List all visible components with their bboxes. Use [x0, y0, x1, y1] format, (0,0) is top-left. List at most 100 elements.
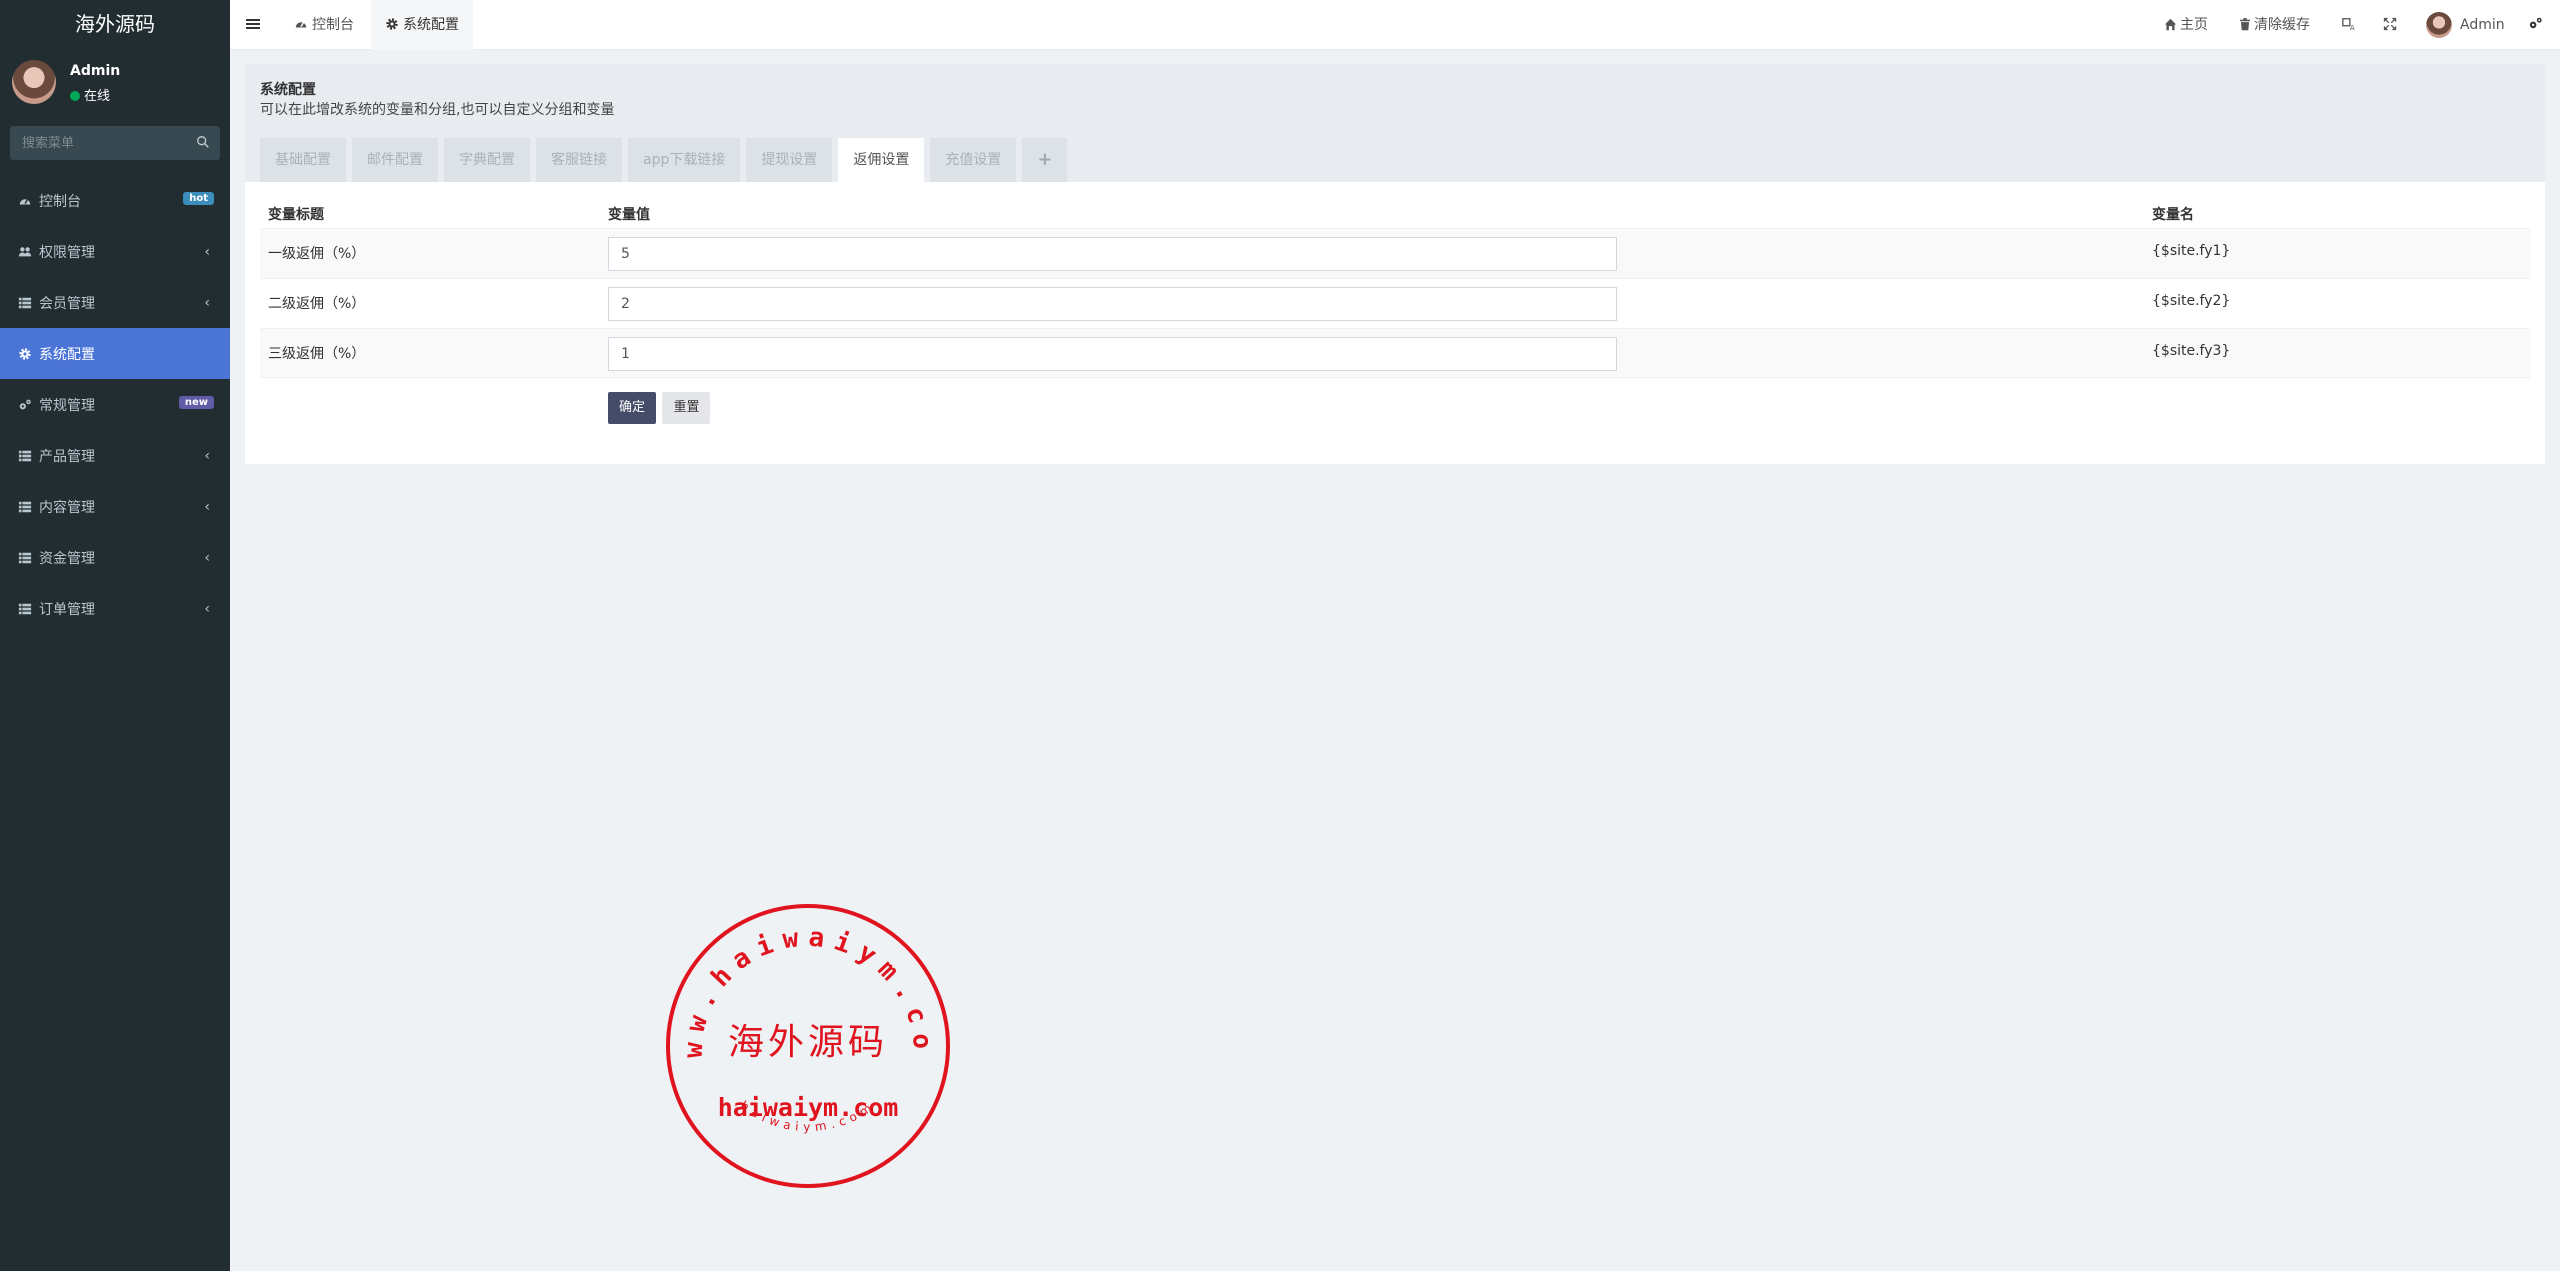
- sidebar-item-label: 常规管理: [39, 397, 95, 414]
- sidebar-item-products[interactable]: 产品管理 ‹: [0, 430, 230, 481]
- config-tabs: 基础配置 邮件配置 字典配置 客服链接 app下载链接 提现设置 返佣设置 充值…: [260, 138, 1073, 182]
- user-status: 在线: [70, 85, 110, 104]
- hot-badge: hot: [183, 192, 214, 205]
- page-description: 可以在此增改系统的变量和分组,也可以自定义分组和变量: [260, 102, 615, 118]
- sidebar-item-label: 订单管理: [39, 601, 95, 618]
- sidebar-item-system-config[interactable]: 系统配置: [0, 328, 230, 379]
- sidebar-item-label: 产品管理: [39, 448, 95, 465]
- row-variable-name: {$site.fy3}: [2152, 343, 2231, 359]
- menu-search-input[interactable]: [10, 126, 180, 160]
- fullscreen-button[interactable]: [2383, 0, 2400, 50]
- sidebar-menu: 控制台 hot 权限管理 ‹ 会员管理 ‹ 系统配置 常规管理 new 产品管理…: [0, 175, 230, 634]
- dashboard-icon: [19, 198, 31, 204]
- list-icon: [18, 297, 32, 308]
- menu-toggle-icon[interactable]: [245, 16, 261, 32]
- config-panel: 系统配置 可以在此增改系统的变量和分组,也可以自定义分组和变量 基础配置 邮件配…: [245, 64, 2545, 464]
- cogs-icon: [19, 399, 31, 409]
- user-panel: Admin 在线: [0, 50, 230, 122]
- new-badge: new: [178, 396, 214, 409]
- fy2-input[interactable]: [608, 287, 1617, 321]
- row-title: 三级返佣（%）: [268, 346, 366, 362]
- tab-email-config[interactable]: 邮件配置: [352, 138, 438, 182]
- sidebar-item-content[interactable]: 内容管理 ‹: [0, 481, 230, 532]
- row-title: 一级返佣（%）: [268, 246, 366, 262]
- translate-button[interactable]: A: [2342, 0, 2359, 50]
- search-icon[interactable]: [196, 135, 210, 149]
- reset-button[interactable]: 重置: [662, 392, 711, 424]
- header-variable-value: 变量值: [608, 207, 650, 223]
- list-icon: [18, 603, 32, 614]
- tab-dashboard[interactable]: 控制台: [280, 0, 368, 50]
- tab-system-config[interactable]: 系统配置: [371, 0, 473, 50]
- chevron-left-icon: ‹: [204, 295, 210, 311]
- watermark-stamp: www.haiwaiym.com 海外源码 haiwaiym.com haiwa…: [664, 902, 950, 1188]
- tab-dictionary-config[interactable]: 字典配置: [444, 138, 530, 182]
- user-avatar-small: [2426, 12, 2452, 38]
- sidebar-item-members[interactable]: 会员管理 ‹: [0, 277, 230, 328]
- gear-icon: [386, 18, 398, 30]
- sidebar-item-label: 会员管理: [39, 295, 95, 312]
- list-icon: [18, 501, 32, 512]
- panel-header: 系统配置 可以在此增改系统的变量和分组,也可以自定义分组和变量 基础配置 邮件配…: [245, 64, 2545, 182]
- fy1-input[interactable]: [608, 237, 1617, 271]
- table-row: 一级返佣（%） {$site.fy1}: [260, 228, 2530, 278]
- sidebar-item-label: 系统配置: [39, 346, 95, 363]
- user-name: Admin: [70, 63, 121, 79]
- home-icon: [2164, 18, 2177, 31]
- gear-icon: [19, 347, 31, 360]
- fy3-input[interactable]: [608, 337, 1617, 371]
- chevron-left-icon: ‹: [204, 601, 210, 617]
- list-icon: [18, 552, 32, 563]
- sidebar-item-orders[interactable]: 订单管理 ‹: [0, 583, 230, 634]
- tab-basic-config[interactable]: 基础配置: [260, 138, 346, 182]
- trash-icon: [2240, 18, 2250, 31]
- tab-withdraw-settings[interactable]: 提现设置: [746, 138, 833, 182]
- sidebar-item-label: 权限管理: [39, 244, 95, 261]
- online-dot-icon: [70, 91, 80, 101]
- sidebar-item-dashboard[interactable]: 控制台 hot: [0, 175, 230, 226]
- header-variable-title: 变量标题: [268, 207, 324, 223]
- sidebar-item-funds[interactable]: 资金管理 ‹: [0, 532, 230, 583]
- cogs-icon: [2529, 17, 2542, 29]
- confirm-button[interactable]: 确定: [608, 392, 657, 424]
- chevron-left-icon: ‹: [204, 244, 210, 260]
- sidebar: 海外源码 Admin 在线 控制台 hot 权限管理 ‹ 会员管理 ‹ 系统配置: [0, 0, 230, 1271]
- tab-label: 系统配置: [403, 17, 459, 33]
- sidebar-item-general[interactable]: 常规管理 new: [0, 379, 230, 430]
- menu-search: [10, 126, 220, 160]
- chevron-left-icon: ‹: [204, 499, 210, 515]
- page-title: 系统配置: [260, 82, 316, 98]
- tab-recharge-settings[interactable]: 充值设置: [930, 138, 1017, 182]
- tab-app-download-link[interactable]: app下载链接: [628, 138, 741, 182]
- sidebar-item-permissions[interactable]: 权限管理 ‹: [0, 226, 230, 277]
- row-variable-name: {$site.fy2}: [2152, 293, 2231, 309]
- dashboard-icon: [295, 21, 307, 28]
- sidebar-item-label: 内容管理: [39, 499, 95, 516]
- form-actions: 确定 重置: [608, 392, 712, 424]
- tab-commission-settings[interactable]: 返佣设置: [838, 138, 925, 182]
- users-icon: [18, 246, 32, 256]
- tab-label: 控制台: [312, 17, 354, 33]
- sidebar-item-label: 资金管理: [39, 550, 95, 567]
- add-tab-button[interactable]: +: [1022, 138, 1068, 182]
- clear-cache-label: 清除缓存: [2254, 17, 2310, 33]
- user-status-text: 在线: [84, 89, 111, 104]
- tab-support-link[interactable]: 客服链接: [536, 138, 622, 182]
- row-title: 二级返佣（%）: [268, 296, 366, 312]
- user-menu[interactable]: Admin: [2426, 0, 2505, 50]
- app-logo[interactable]: 海外源码: [0, 0, 230, 50]
- home-label: 主页: [2180, 17, 2208, 33]
- user-avatar: [12, 60, 56, 104]
- chevron-left-icon: ‹: [204, 448, 210, 464]
- row-variable-name: {$site.fy1}: [2152, 243, 2231, 259]
- clear-cache-link[interactable]: 清除缓存: [2239, 0, 2310, 50]
- table-row: 三级返佣（%） {$site.fy3}: [260, 328, 2530, 378]
- header-variable-name: 变量名: [2152, 207, 2194, 223]
- stamp-center-text: 海外源码: [728, 1022, 888, 1063]
- settings-button[interactable]: [2528, 0, 2546, 50]
- sidebar-item-label: 控制台: [39, 193, 81, 210]
- table-row: 二级返佣（%） {$site.fy2}: [260, 278, 2530, 328]
- home-link[interactable]: 主页: [2164, 0, 2208, 50]
- top-navbar: 控制台 系统配置 主页 清除缓存 A Admin: [230, 0, 2560, 50]
- chevron-left-icon: ‹: [204, 550, 210, 566]
